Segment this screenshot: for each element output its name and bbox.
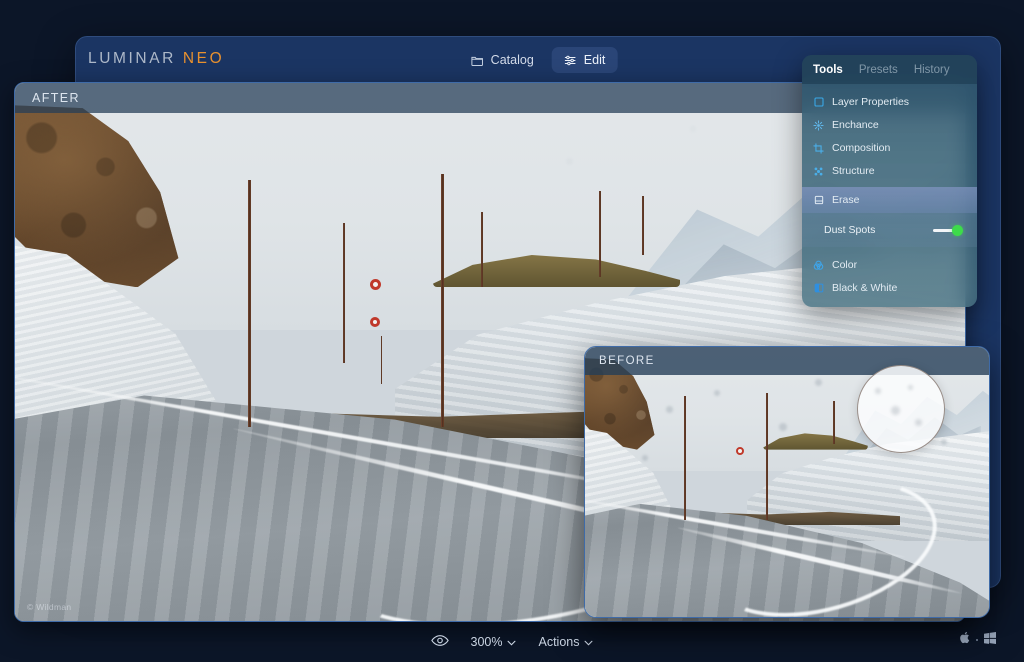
windows-icon	[984, 631, 996, 649]
dust-spot	[914, 419, 922, 427]
zoom-level-value: 300%	[470, 635, 503, 649]
zoom-level-dropdown[interactable]: 300%	[471, 635, 517, 649]
dust-spot	[875, 388, 882, 395]
dust-spots-toggle[interactable]	[933, 224, 963, 236]
dust-spot	[890, 405, 900, 415]
nav-item-edit[interactable]: Edit	[551, 47, 618, 73]
dust-spot	[641, 455, 648, 461]
utility-pole-2	[342, 222, 345, 363]
main-nav: Catalog Edit	[459, 47, 618, 73]
utility-pole-5	[833, 401, 836, 445]
tool-item-color-label: Color	[832, 259, 858, 271]
tool-item-enchance[interactable]: Enchance	[802, 114, 977, 136]
logo-secondary: NEO	[182, 50, 225, 67]
tool-item-composition[interactable]: Composition	[802, 137, 977, 159]
grid-flower-icon	[813, 166, 824, 177]
tool-item-color[interactable]: Color	[802, 254, 977, 276]
utility-pole-3	[765, 392, 768, 520]
crop-icon	[813, 142, 824, 154]
utility-pole-1	[683, 395, 686, 520]
dust-spots-label: Dust Spots	[824, 224, 876, 236]
utility-pole-5	[599, 190, 602, 277]
bottom-toolbar: 300% Actions	[0, 622, 1024, 662]
toggle-knob	[952, 224, 963, 236]
square-outline-icon	[813, 97, 824, 108]
utility-pole-1	[247, 179, 251, 428]
tools-panel: Tools Presets History Layer Properties E…	[802, 55, 977, 307]
color-circles-icon	[813, 260, 824, 271]
tool-item-black-and-white-label: Black & White	[832, 282, 898, 294]
dust-spot	[689, 126, 696, 133]
tool-item-erase-label: Erase	[832, 194, 860, 206]
folder-icon	[471, 54, 484, 67]
eraser-icon	[813, 195, 824, 206]
tab-presets[interactable]: Presets	[859, 64, 898, 76]
dust-spot	[907, 384, 913, 390]
platform-icons	[959, 631, 996, 649]
utility-pole-3	[440, 174, 444, 428]
erase-tool-group: Erase Dust Spots	[802, 187, 977, 247]
tool-item-layer-properties-label: Layer Properties	[832, 96, 910, 108]
tool-item-black-and-white[interactable]: Black & White	[802, 277, 977, 299]
separator-dot	[976, 639, 978, 641]
sparkle-icon	[813, 119, 824, 131]
chevron-down-icon	[507, 635, 516, 649]
nav-item-catalog[interactable]: Catalog	[459, 47, 546, 73]
logo-primary: LUMINAR	[88, 50, 176, 67]
road-sign-upper	[736, 446, 745, 455]
tab-tools[interactable]: Tools	[813, 64, 843, 76]
nav-item-edit-label: Edit	[583, 53, 606, 67]
tool-item-structure-label: Structure	[832, 165, 875, 177]
tools-panel-tabs: Tools Presets History	[802, 55, 977, 84]
compare-view-button[interactable]	[430, 634, 449, 650]
sliders-icon	[564, 54, 577, 67]
chevron-down-icon	[584, 635, 593, 649]
dust-removal-brush-cursor[interactable]	[857, 365, 945, 453]
tool-item-structure[interactable]: Structure	[802, 160, 977, 182]
nav-item-catalog-label: Catalog	[490, 53, 534, 67]
actions-label: Actions	[538, 635, 580, 649]
toggle-track	[933, 228, 954, 232]
dust-spot	[778, 422, 787, 431]
utility-pole-6	[642, 195, 644, 256]
tool-item-enchance-label: Enchance	[832, 119, 879, 131]
tool-item-composition-label: Composition	[832, 142, 891, 154]
tool-item-erase[interactable]: Erase	[802, 187, 977, 213]
apple-icon	[959, 631, 970, 649]
actions-dropdown[interactable]: Actions	[538, 635, 593, 649]
image-watermark: © Wildman	[27, 602, 72, 612]
road-sign-post	[380, 335, 383, 385]
tool-item-layer-properties[interactable]: Layer Properties	[802, 91, 977, 113]
dust-spot	[940, 438, 947, 445]
dust-spots-setting: Dust Spots	[802, 213, 977, 247]
before-image-panel[interactable]: BEFORE	[584, 346, 990, 618]
eye-icon	[430, 634, 449, 650]
half-square-icon	[813, 283, 824, 294]
utility-pole-4	[480, 212, 483, 288]
app-logo: LUMINAR NEO	[88, 50, 224, 68]
screen: LUMINAR NEO Catalog Edit AFTER © Wildman…	[0, 0, 1024, 662]
tab-history[interactable]: History	[914, 64, 950, 76]
before-label: BEFORE	[585, 347, 989, 375]
